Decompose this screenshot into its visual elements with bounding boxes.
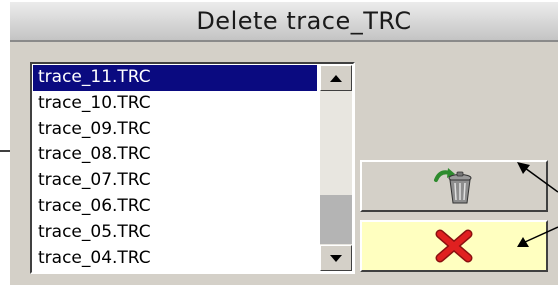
list-item[interactable]: trace_04.TRC: [33, 246, 317, 272]
list-item[interactable]: trace_07.TRC: [33, 168, 317, 194]
annotation-arrow-delete: [517, 162, 558, 193]
arrow-down-icon: [330, 254, 342, 262]
list-scrollbar[interactable]: [320, 65, 352, 271]
red-x-icon: [435, 229, 473, 263]
list-item-selected[interactable]: trace_11.TRC: [33, 65, 317, 91]
list-item[interactable]: trace_10.TRC: [33, 91, 317, 117]
dialog-title: Delete trace_TRC: [196, 7, 412, 35]
annotation-arrow-cancel: [517, 226, 558, 247]
scroll-down-button[interactable]: [320, 245, 352, 271]
file-list-items: trace_11.TRC trace_10.TRC trace_09.TRC t…: [33, 65, 317, 272]
dialog-title-bar: Delete trace_TRC: [10, 2, 558, 42]
list-item[interactable]: trace_09.TRC: [33, 117, 317, 143]
trace-file-listbox[interactable]: trace_11.TRC trace_10.TRC trace_09.TRC t…: [30, 62, 355, 274]
list-item[interactable]: trace_08.TRC: [33, 142, 317, 168]
delete-dialog: Delete trace_TRC trace_11.TRC trace_10.T…: [10, 2, 558, 285]
arrow-up-icon: [330, 74, 342, 82]
trash-can-icon: [434, 168, 472, 204]
list-item[interactable]: trace_06.TRC: [33, 194, 317, 220]
scrollbar-thumb[interactable]: [320, 195, 352, 244]
list-item[interactable]: trace_05.TRC: [33, 220, 317, 246]
scroll-up-button[interactable]: [320, 65, 352, 91]
